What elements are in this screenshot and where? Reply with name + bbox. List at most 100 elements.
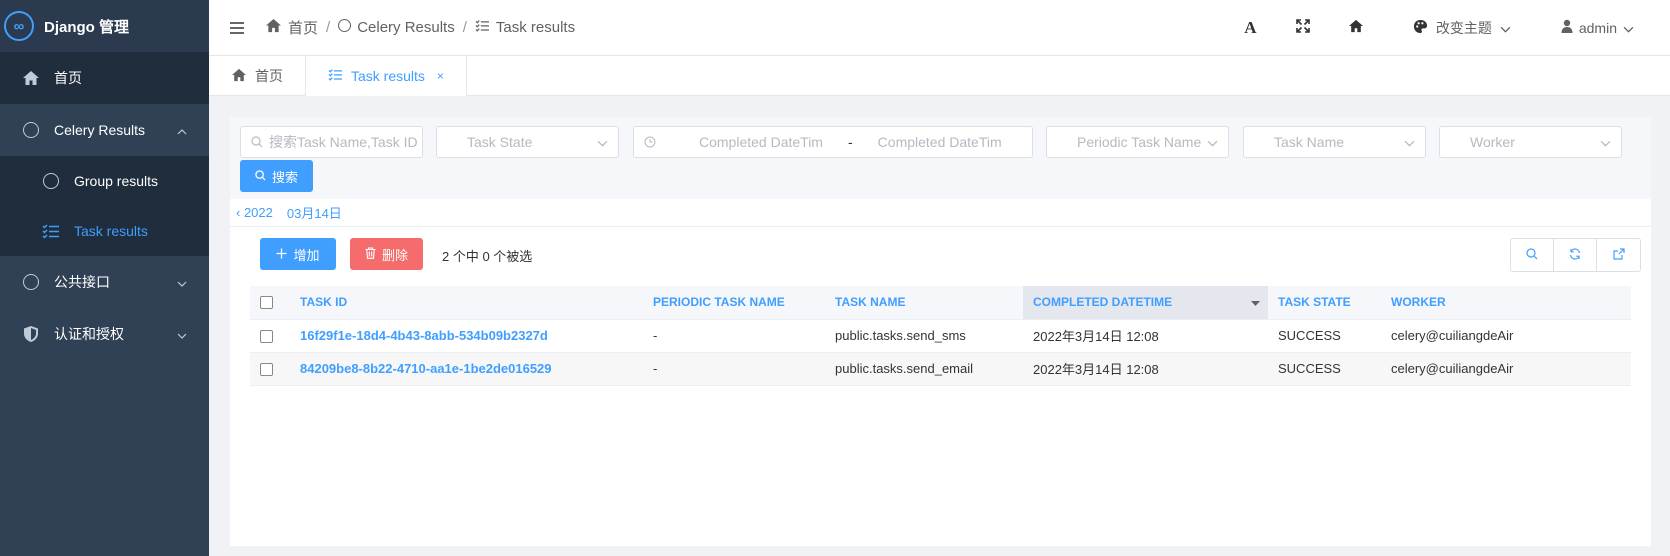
task-name-cell: public.tasks.send_email (835, 361, 974, 376)
breadcrumb-separator: / (462, 19, 467, 36)
chevron-up-icon (177, 122, 187, 138)
select-placeholder: Task State (467, 134, 533, 150)
chevron-down-icon (1404, 134, 1415, 150)
task-state-select[interactable]: Task State (436, 126, 619, 158)
action-bar: 增加 删除 2 个中 0 个被选 (230, 227, 1651, 285)
range-separator: - (848, 134, 853, 150)
home-icon (1348, 19, 1364, 36)
breadcrumb-separator: / (326, 19, 331, 36)
home-icon (265, 18, 282, 37)
sidebar-item-label: Group results (74, 173, 159, 189)
toggle-search-button[interactable] (1511, 239, 1554, 271)
export-button[interactable] (1597, 239, 1640, 271)
page-tabs: 首页 Task results × (209, 56, 1670, 96)
logo[interactable]: ∞ Django 管理 (0, 0, 209, 52)
chevron-down-icon (177, 274, 187, 290)
circle-icon (22, 121, 40, 139)
hamburger-icon[interactable] (209, 21, 265, 34)
task-id-link[interactable]: 16f29f1e-18d4-4b43-8abb-534b09b2327d (290, 319, 643, 352)
search-button[interactable]: 搜索 (240, 160, 313, 192)
close-icon[interactable]: × (437, 69, 444, 83)
search-button-label: 搜索 (271, 169, 298, 185)
add-button[interactable]: 增加 (260, 238, 336, 270)
chevron-down-icon (597, 134, 608, 150)
results-table: TASK ID PERIODIC TASK NAME TASK NAME COM… (250, 286, 1631, 386)
sidebar-item-public-api[interactable]: 公共接口 (0, 256, 209, 308)
select-all-checkbox[interactable] (260, 296, 273, 310)
worker-select[interactable]: Worker (1439, 126, 1622, 158)
sidebar: ∞ Django 管理 首页 Celery Results Group resu… (0, 0, 209, 556)
select-placeholder: Worker (1470, 134, 1515, 150)
home-button[interactable] (1330, 0, 1383, 55)
chevron-down-icon (1623, 20, 1634, 36)
tab-label: Task results (351, 68, 425, 84)
header-actions: A 改变主题 admin (1224, 0, 1670, 55)
chevron-down-icon (177, 326, 187, 342)
user-dropdown[interactable]: admin (1535, 0, 1670, 55)
col-periodic-task-name[interactable]: PERIODIC TASK NAME (643, 286, 825, 320)
completed-datetime-range[interactable]: Completed DateTim - Completed DateTim (633, 126, 1033, 158)
sidebar-item-label: Celery Results (54, 122, 146, 138)
task-name-cell: public.tasks.send_sms (835, 328, 966, 343)
refresh-button[interactable] (1554, 239, 1597, 271)
user-label: admin (1578, 19, 1617, 36)
chevron-down-icon (1600, 134, 1611, 150)
date-hierarchy: ‹ 2022 03月14日 (230, 199, 1651, 227)
sidebar-item-home[interactable]: 首页 (0, 52, 209, 104)
search-input[interactable]: 搜索Task Name,Task ID (240, 126, 423, 158)
tab-home[interactable]: 首页 (209, 56, 306, 96)
col-completed-datetime[interactable]: COMPLETED DATETIME (1023, 286, 1268, 320)
fullscreen-button[interactable] (1277, 0, 1330, 55)
font-size-button[interactable]: A (1224, 0, 1277, 55)
refresh-icon (1569, 247, 1581, 263)
chevron-down-icon (1207, 134, 1218, 150)
task-state-cell: SUCCESS (1278, 328, 1341, 343)
task-state-cell: SUCCESS (1278, 361, 1341, 376)
row-checkbox[interactable] (260, 330, 273, 344)
home-icon (231, 68, 247, 85)
table-header-row: TASK ID PERIODIC TASK NAME TASK NAME COM… (250, 286, 1631, 320)
date-year-link[interactable]: ‹ 2022 (236, 205, 273, 220)
trash-icon (365, 246, 376, 262)
completed-datetime-cell: 2022年3月14日 12:08 (1033, 329, 1159, 344)
range-end-placeholder[interactable]: Completed DateTim (865, 134, 1015, 150)
sidebar-item-task-results[interactable]: Task results (0, 206, 209, 256)
row-checkbox[interactable] (260, 363, 273, 377)
breadcrumb-label: 首页 (288, 20, 319, 37)
sidebar-item-label: 认证和授权 (54, 326, 124, 342)
task-name-select[interactable]: Task Name (1243, 126, 1426, 158)
sidebar-item-celery-results[interactable]: Celery Results (0, 104, 209, 156)
breadcrumb-task-results: Task results (475, 19, 575, 36)
range-start-placeholder[interactable]: Completed DateTim (686, 134, 836, 150)
select-placeholder: Periodic Task Name (1077, 134, 1202, 150)
theme-dropdown[interactable]: 改变主题 (1383, 0, 1535, 55)
col-task-state[interactable]: TASK STATE (1268, 286, 1381, 320)
add-button-label: 增加 (293, 247, 320, 263)
tab-task-results[interactable]: Task results × (306, 56, 467, 96)
col-task-name[interactable]: TASK NAME (825, 286, 1023, 320)
breadcrumb-home[interactable]: 首页 (265, 17, 318, 38)
date-day-link[interactable]: 03月14日 (287, 203, 342, 222)
worker-cell: celery@cuiliangdeAir (1391, 328, 1514, 343)
delete-button[interactable]: 删除 (350, 238, 423, 270)
user-icon (1561, 19, 1573, 36)
sidebar-item-group-results[interactable]: Group results (0, 156, 209, 206)
search-placeholder: 搜索Task Name,Task ID (269, 134, 418, 150)
chevron-down-icon (1500, 20, 1511, 36)
sidebar-item-label: Task results (74, 223, 148, 239)
task-id-link[interactable]: 84209be8-8b22-4710-aa1e-1be2de016529 (290, 352, 643, 385)
select-all-header (250, 286, 290, 320)
col-task-id[interactable]: TASK ID (290, 286, 643, 320)
select-placeholder: Task Name (1274, 134, 1345, 150)
breadcrumb-celery-results[interactable]: Celery Results (338, 19, 455, 36)
periodic-task-select[interactable]: Periodic Task Name (1046, 126, 1229, 158)
worker-cell: celery@cuiliangdeAir (1391, 361, 1514, 376)
breadcrumb-label: Task results (495, 19, 576, 36)
shield-icon (22, 325, 40, 343)
row-select-cell (250, 319, 290, 352)
circle-icon (22, 273, 40, 291)
delete-button-label: 删除 (381, 247, 408, 263)
sidebar-item-auth[interactable]: 认证和授权 (0, 308, 209, 360)
search-icon (1526, 247, 1538, 263)
col-worker[interactable]: WORKER (1381, 286, 1631, 320)
